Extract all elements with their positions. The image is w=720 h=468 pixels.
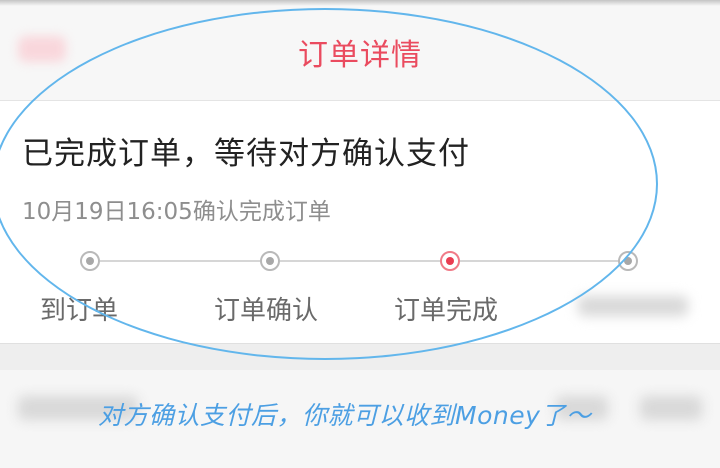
- progress-node-current: [440, 251, 460, 271]
- progress-connector: [460, 260, 620, 262]
- progress-step-label: 订单确认: [214, 296, 319, 326]
- order-status-heading: 已完成订单，等待对方确认支付: [22, 136, 470, 172]
- navigation-bar: 订单详情: [0, 0, 720, 101]
- progress-step-label: 订单完成: [394, 296, 499, 326]
- annotation-text: 对方确认支付后，你就可以收到Money了～: [98, 401, 592, 430]
- progress-step-label: 到订单: [40, 296, 119, 326]
- status-bar-shadow: [0, 0, 720, 6]
- order-detail-screen: 订单详情 已完成订单，等待对方确认支付 10月19日16:05确认完成订单 到订…: [0, 0, 720, 468]
- order-status-time: 10月19日16:05确认完成订单: [22, 199, 331, 225]
- blurred-value: [640, 396, 702, 420]
- section-divider: [0, 344, 720, 370]
- progress-node-pending: [618, 251, 638, 271]
- progress-node-done: [260, 251, 280, 271]
- progress-node-done: [80, 251, 100, 271]
- progress-connector: [280, 260, 440, 262]
- progress-connector: [100, 260, 260, 262]
- progress-step-label-blurred: [578, 296, 688, 316]
- page-title: 订单详情: [298, 38, 422, 73]
